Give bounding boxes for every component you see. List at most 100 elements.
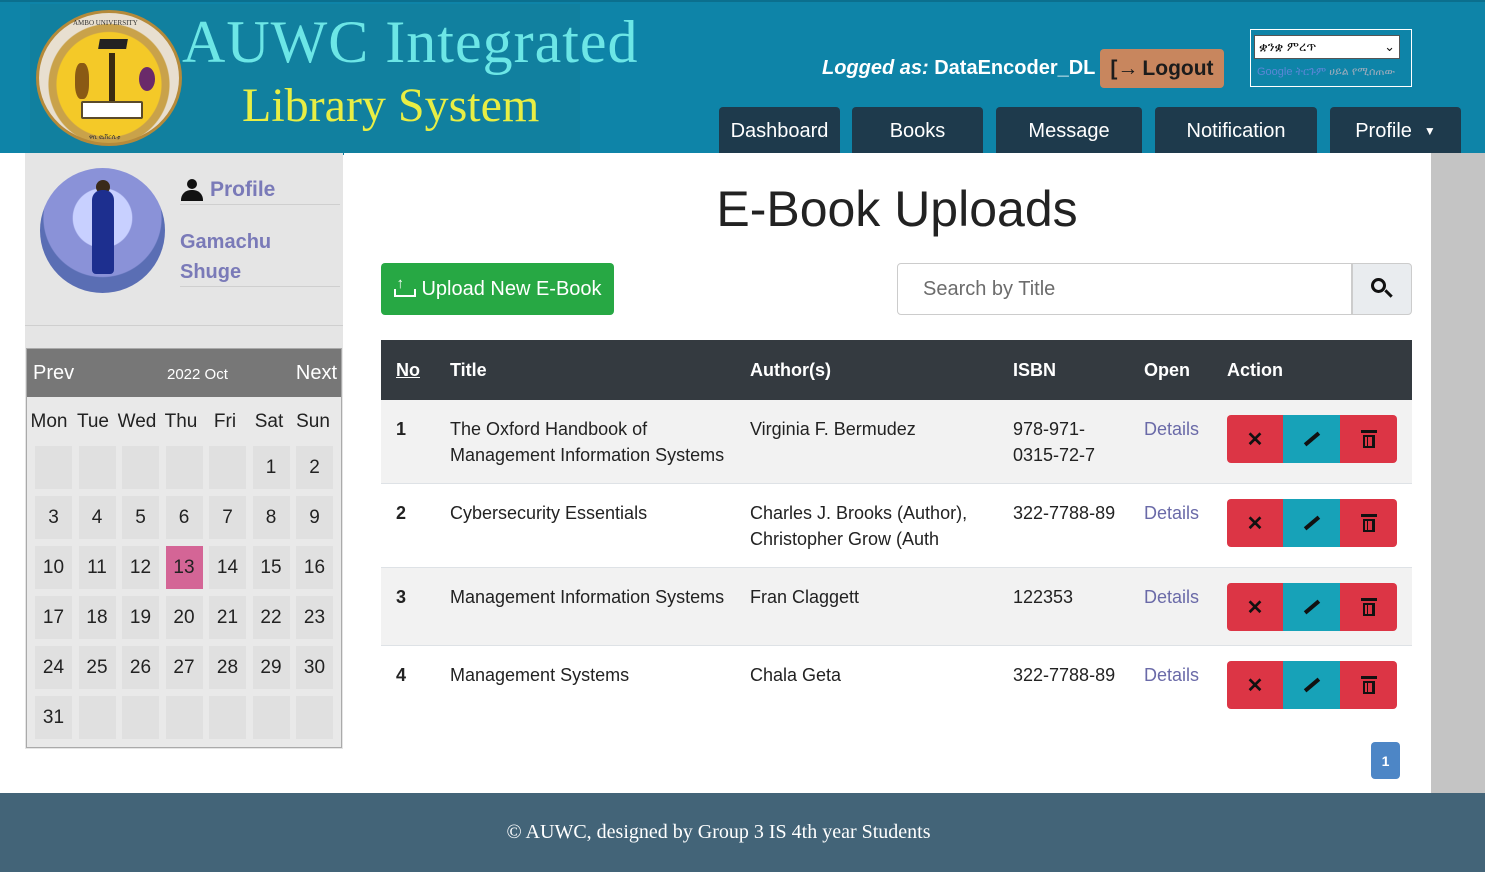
seal-bottom-text: ዋቢ ዩኒቨርሲቲ [89,135,121,141]
calendar-empty-cell [78,696,116,739]
language-select-value: ቋንቋ ምረጥ [1259,39,1317,54]
calendar-day[interactable]: 1 [252,446,290,489]
details-link[interactable]: Details [1144,416,1199,442]
search-button[interactable] [1352,263,1412,315]
close-icon: ✕ [1246,674,1264,697]
avatar [40,168,165,293]
calendar-day[interactable]: 5 [122,496,159,539]
calendar-day[interactable]: 25 [78,646,116,689]
profile-heading[interactable]: Profile [180,175,340,205]
pencil-icon [1303,515,1320,531]
calendar-day[interactable]: 16 [296,546,333,589]
calendar-day[interactable]: 23 [296,596,333,639]
powered-by-suffix: ሀይል የሚሰጠው [1329,66,1396,78]
row-actions: ✕ [1227,661,1397,709]
logout-button[interactable]: [→ Logout [1100,49,1224,88]
calendar-day[interactable]: 15 [252,546,290,589]
calendar-prev-button[interactable]: Prev [33,362,74,385]
edit-button[interactable] [1283,583,1340,631]
calendar-empty-cell [209,446,246,489]
table-header: No Title Author(s) ISBN Open Action [381,340,1412,400]
calendar-day[interactable]: 20 [165,596,203,639]
calendar-day[interactable]: 21 [209,596,246,639]
pagination-page-1[interactable]: 1 [1371,742,1400,779]
nav-profile-label: Profile [1355,119,1412,142]
nav-message[interactable]: Message [996,107,1142,155]
weekday-label: Mon [30,411,68,432]
edit-button[interactable] [1283,415,1340,463]
col-no[interactable]: No [396,360,420,381]
nav-notification[interactable]: Notification [1155,107,1317,155]
logout-label: Logout [1142,56,1214,80]
weekday-label: Sat [254,411,284,432]
upload-new-ebook-button[interactable]: Upload New E-Book [381,263,614,315]
search-input[interactable]: Search by Title [897,263,1352,315]
calendar-day[interactable]: 18 [78,596,116,639]
nav-books[interactable]: Books [852,107,983,155]
table-row: 3 Management Information Systems Fran Cl… [381,568,1412,646]
calendar-day[interactable]: 29 [252,646,290,689]
nav-notification-label: Notification [1186,119,1286,142]
calendar-day[interactable]: 10 [35,546,72,589]
delete-button[interactable] [1340,415,1397,463]
calendar-day[interactable]: 26 [122,646,159,689]
row-isbn: 978-971- 0315-72-7 [1013,416,1095,468]
calendar-month-label: 2022 Oct [167,366,228,383]
calendar-header: Prev 2022 Oct Next [27,349,341,397]
details-link[interactable]: Details [1144,584,1199,610]
weekday-label: Wed [117,411,157,432]
weekday-label: Fri [213,411,237,432]
row-author-line1: Fran Claggett [750,587,860,607]
edit-button[interactable] [1283,661,1340,709]
row-authors: Virginia F. Bermudez [750,416,916,442]
delete-button[interactable] [1340,499,1397,547]
calendar-weekdays: Mon Tue Wed Thu Fri Sat Sun [27,411,341,433]
calendar-day[interactable]: 8 [252,496,290,539]
calendar-empty-cell [122,696,159,739]
calendar-empty-cell [122,446,159,489]
calendar-day[interactable]: 12 [122,546,159,589]
reject-button[interactable]: ✕ [1227,499,1283,547]
language-select[interactable]: ቋንቋ ምረጥ ⌄ [1254,35,1400,59]
calendar-day[interactable]: 27 [165,646,203,689]
calendar-day[interactable]: 3 [35,496,72,539]
row-title-line1: The Oxford Handbook of [450,419,648,439]
reject-button[interactable]: ✕ [1227,661,1283,709]
upload-button-label: Upload New E-Book [421,277,602,300]
delete-button[interactable] [1340,661,1397,709]
edit-button[interactable] [1283,499,1340,547]
col-action: Action [1227,360,1283,380]
calendar-day[interactable]: 19 [122,596,159,639]
trash-icon [1360,514,1377,532]
nav-dashboard[interactable]: Dashboard [719,107,840,155]
calendar-day[interactable]: 4 [78,496,116,539]
calendar-day[interactable]: 14 [209,546,246,589]
nav-dashboard-label: Dashboard [730,119,829,142]
row-isbn: 122353 [1013,584,1073,610]
powered-by-google: Google ትርጉም ሀይል የሚሰጠው [1257,66,1395,79]
calendar-day[interactable]: 28 [209,646,246,689]
person-icon [180,178,204,201]
calendar-day[interactable]: 24 [35,646,72,689]
calendar-empty-cell [165,446,203,489]
calendar-day[interactable]: 22 [252,596,290,639]
delete-button[interactable] [1340,583,1397,631]
calendar-day[interactable]: 31 [35,696,72,739]
reject-button[interactable]: ✕ [1227,415,1283,463]
calendar-day[interactable]: 6 [165,496,203,539]
calendar-day[interactable]: 17 [35,596,72,639]
calendar-day[interactable]: 30 [296,646,333,689]
calendar-day[interactable]: 13 [165,546,203,589]
calendar-day[interactable]: 7 [209,496,246,539]
reject-button[interactable]: ✕ [1227,583,1283,631]
calendar-next-button[interactable]: Next [296,362,337,385]
calendar-day[interactable]: 11 [78,546,116,589]
details-link[interactable]: Details [1144,662,1199,688]
calendar-day[interactable]: 2 [296,446,333,489]
calendar-day[interactable]: 9 [296,496,333,539]
details-link[interactable]: Details [1144,500,1199,526]
chevron-down-icon: ⌄ [1384,39,1395,54]
row-no: 1 [396,419,407,439]
pencil-icon [1303,677,1320,693]
nav-profile-dropdown[interactable]: Profile ▼ [1330,107,1461,155]
